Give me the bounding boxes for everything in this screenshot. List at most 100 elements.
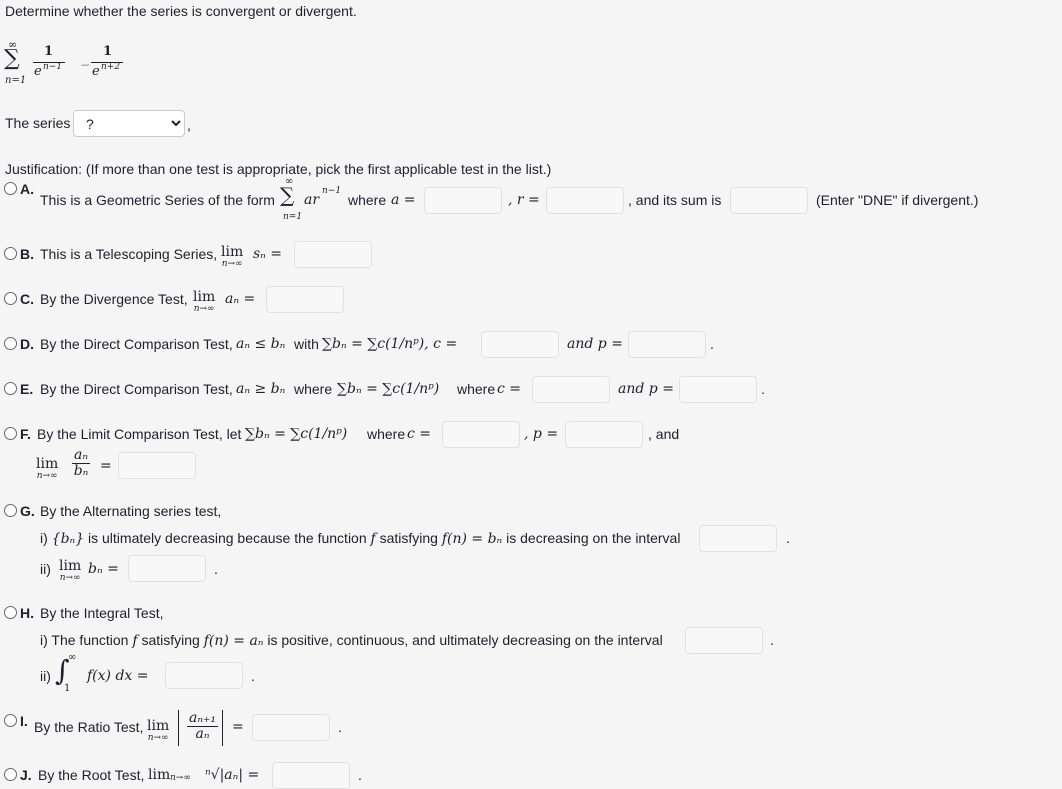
option-d-p-input[interactable] [628, 331, 706, 358]
option-h-label: H. [20, 605, 34, 621]
option-e-and-p: and p = [618, 381, 674, 397]
lim-subscript: n→∞ [147, 733, 169, 743]
option-a-a-input[interactable] [424, 187, 502, 214]
option-j-radio[interactable] [4, 768, 17, 781]
option-i-input[interactable] [252, 714, 330, 741]
integral-upper: ∞ [68, 652, 77, 663]
term1-numerator: 1 [44, 44, 54, 59]
option-d-with: with [294, 336, 319, 352]
option-d-expr2: ∑bₙ = ∑c(1/nᵖ), c = [322, 336, 458, 352]
lim-text: lim [221, 244, 244, 260]
option-j-text: By the Root Test, [38, 767, 145, 783]
option-j-input[interactable] [272, 762, 350, 789]
option-g-interval-input[interactable] [699, 525, 777, 552]
abs-bar-right [222, 710, 223, 746]
option-e-c-eq: c = [497, 381, 522, 397]
option-h-interval-input[interactable] [685, 627, 763, 654]
option-c-radio[interactable] [4, 292, 17, 305]
part-i-interval-text: is decreasing on the interval [506, 530, 681, 546]
option-j-lim-sub: n→∞ [170, 773, 191, 783]
option-g-limit: lim n→∞ [59, 559, 81, 583]
abs-bar-left [178, 710, 179, 746]
option-d-expr1: aₙ ≤ bₙ [236, 336, 286, 352]
option-i-eq: = [232, 719, 244, 735]
option-f-expr: ∑bₙ = ∑c(1/nᵖ) [245, 426, 348, 442]
option-d-label: D. [20, 336, 34, 352]
option-b-expr: sₙ = [253, 246, 283, 262]
option-e-expr1: aₙ ≥ bₙ [236, 381, 286, 397]
sum-lower: n=1 [5, 75, 27, 86]
option-h-integral-input[interactable] [165, 662, 243, 689]
convergence-select[interactable]: ? [73, 110, 185, 137]
part-i-f: f [132, 633, 138, 649]
lim-subscript: n→∞ [193, 304, 215, 314]
option-f-radio-group[interactable]: F. [4, 426, 31, 442]
option-h-i-end: . [770, 632, 774, 648]
option-i-label: I. [20, 713, 28, 729]
option-h-ii-end: . [251, 668, 255, 684]
option-f-label: F. [20, 426, 31, 442]
option-e-radio[interactable] [4, 382, 17, 395]
term2-numerator: 1 [103, 44, 113, 59]
part-i-expr: f(n) = bₙ [441, 531, 503, 547]
option-d-c-input[interactable] [481, 331, 559, 358]
option-c-radio-group[interactable]: C. [4, 291, 34, 307]
option-c-input[interactable] [266, 286, 344, 313]
option-i-radio-group[interactable]: I. [4, 713, 28, 729]
option-d-text: By the Direct Comparison Test, [40, 336, 233, 352]
series-select-label: The series [5, 115, 71, 131]
lim-text: lim [147, 718, 170, 734]
option-a-radio-group[interactable]: A. [4, 181, 34, 197]
option-b-radio-group[interactable]: B. [4, 246, 34, 262]
option-h-ii-prefix: ii) [40, 668, 51, 684]
option-e-text: By the Direct Comparison Test, [40, 381, 233, 397]
option-d-radio[interactable] [4, 337, 17, 350]
option-i-end: . [338, 719, 342, 735]
option-b-radio[interactable] [4, 247, 17, 260]
option-f-limit-input[interactable] [118, 452, 196, 479]
option-a-formula: ar [304, 192, 320, 208]
option-f-p-input[interactable] [565, 421, 643, 448]
option-e-p-input[interactable] [679, 376, 757, 403]
option-h-radio[interactable] [4, 606, 17, 619]
option-a-r-input[interactable] [546, 187, 624, 214]
option-j-radio-group[interactable]: J. [4, 767, 32, 783]
option-b-limit: lim n→∞ [221, 245, 243, 269]
term1-denominator: e [34, 64, 42, 79]
option-g-i-end: . [786, 530, 790, 546]
option-d-and-p: and p = [567, 336, 623, 352]
option-f-c-input[interactable] [442, 421, 520, 448]
option-f-radio[interactable] [4, 427, 17, 440]
ratio-denominator: bₙ [73, 463, 89, 479]
option-d-radio-group[interactable]: D. [4, 336, 34, 352]
option-c-limit: lim n→∞ [193, 290, 215, 314]
option-i-radio[interactable] [4, 714, 17, 727]
option-b-text: This is a Telescoping Series, [40, 246, 218, 262]
option-f-where: where [367, 426, 406, 442]
option-a-a-eq: a = [391, 192, 416, 208]
option-g-radio[interactable] [4, 504, 17, 517]
option-e-where: where [294, 381, 333, 397]
option-a-sum-is: , and its sum is [628, 192, 722, 208]
option-e-c-input[interactable] [532, 376, 610, 403]
option-a-sum-input[interactable] [730, 187, 808, 214]
option-h-radio-group[interactable]: H. [4, 605, 34, 621]
problem-prompt: Determine whether the series is converge… [5, 3, 357, 19]
option-i-limit: lim n→∞ [147, 719, 169, 743]
lim-subscript: n→∞ [36, 471, 58, 481]
option-f-and: , and [648, 426, 680, 442]
option-a-radio[interactable] [4, 182, 17, 195]
option-b-input[interactable] [294, 241, 372, 268]
option-f-eq: = [100, 458, 112, 474]
lim-text: lim [36, 456, 59, 472]
option-h-integrand: f(x) dx = [87, 668, 149, 684]
option-d-end: . [710, 336, 714, 352]
integral-lower: 1 [64, 683, 71, 694]
option-e-radio-group[interactable]: E. [4, 381, 33, 397]
part-i-satisfying: satisfying [141, 632, 200, 648]
lim-subscript: n→∞ [221, 259, 243, 269]
option-f-c-eq: c = [407, 426, 432, 442]
option-g-limit-input[interactable] [128, 555, 206, 582]
option-a-text: This is a Geometric Series of the form [40, 192, 275, 208]
option-g-radio-group[interactable]: G. [4, 503, 35, 519]
